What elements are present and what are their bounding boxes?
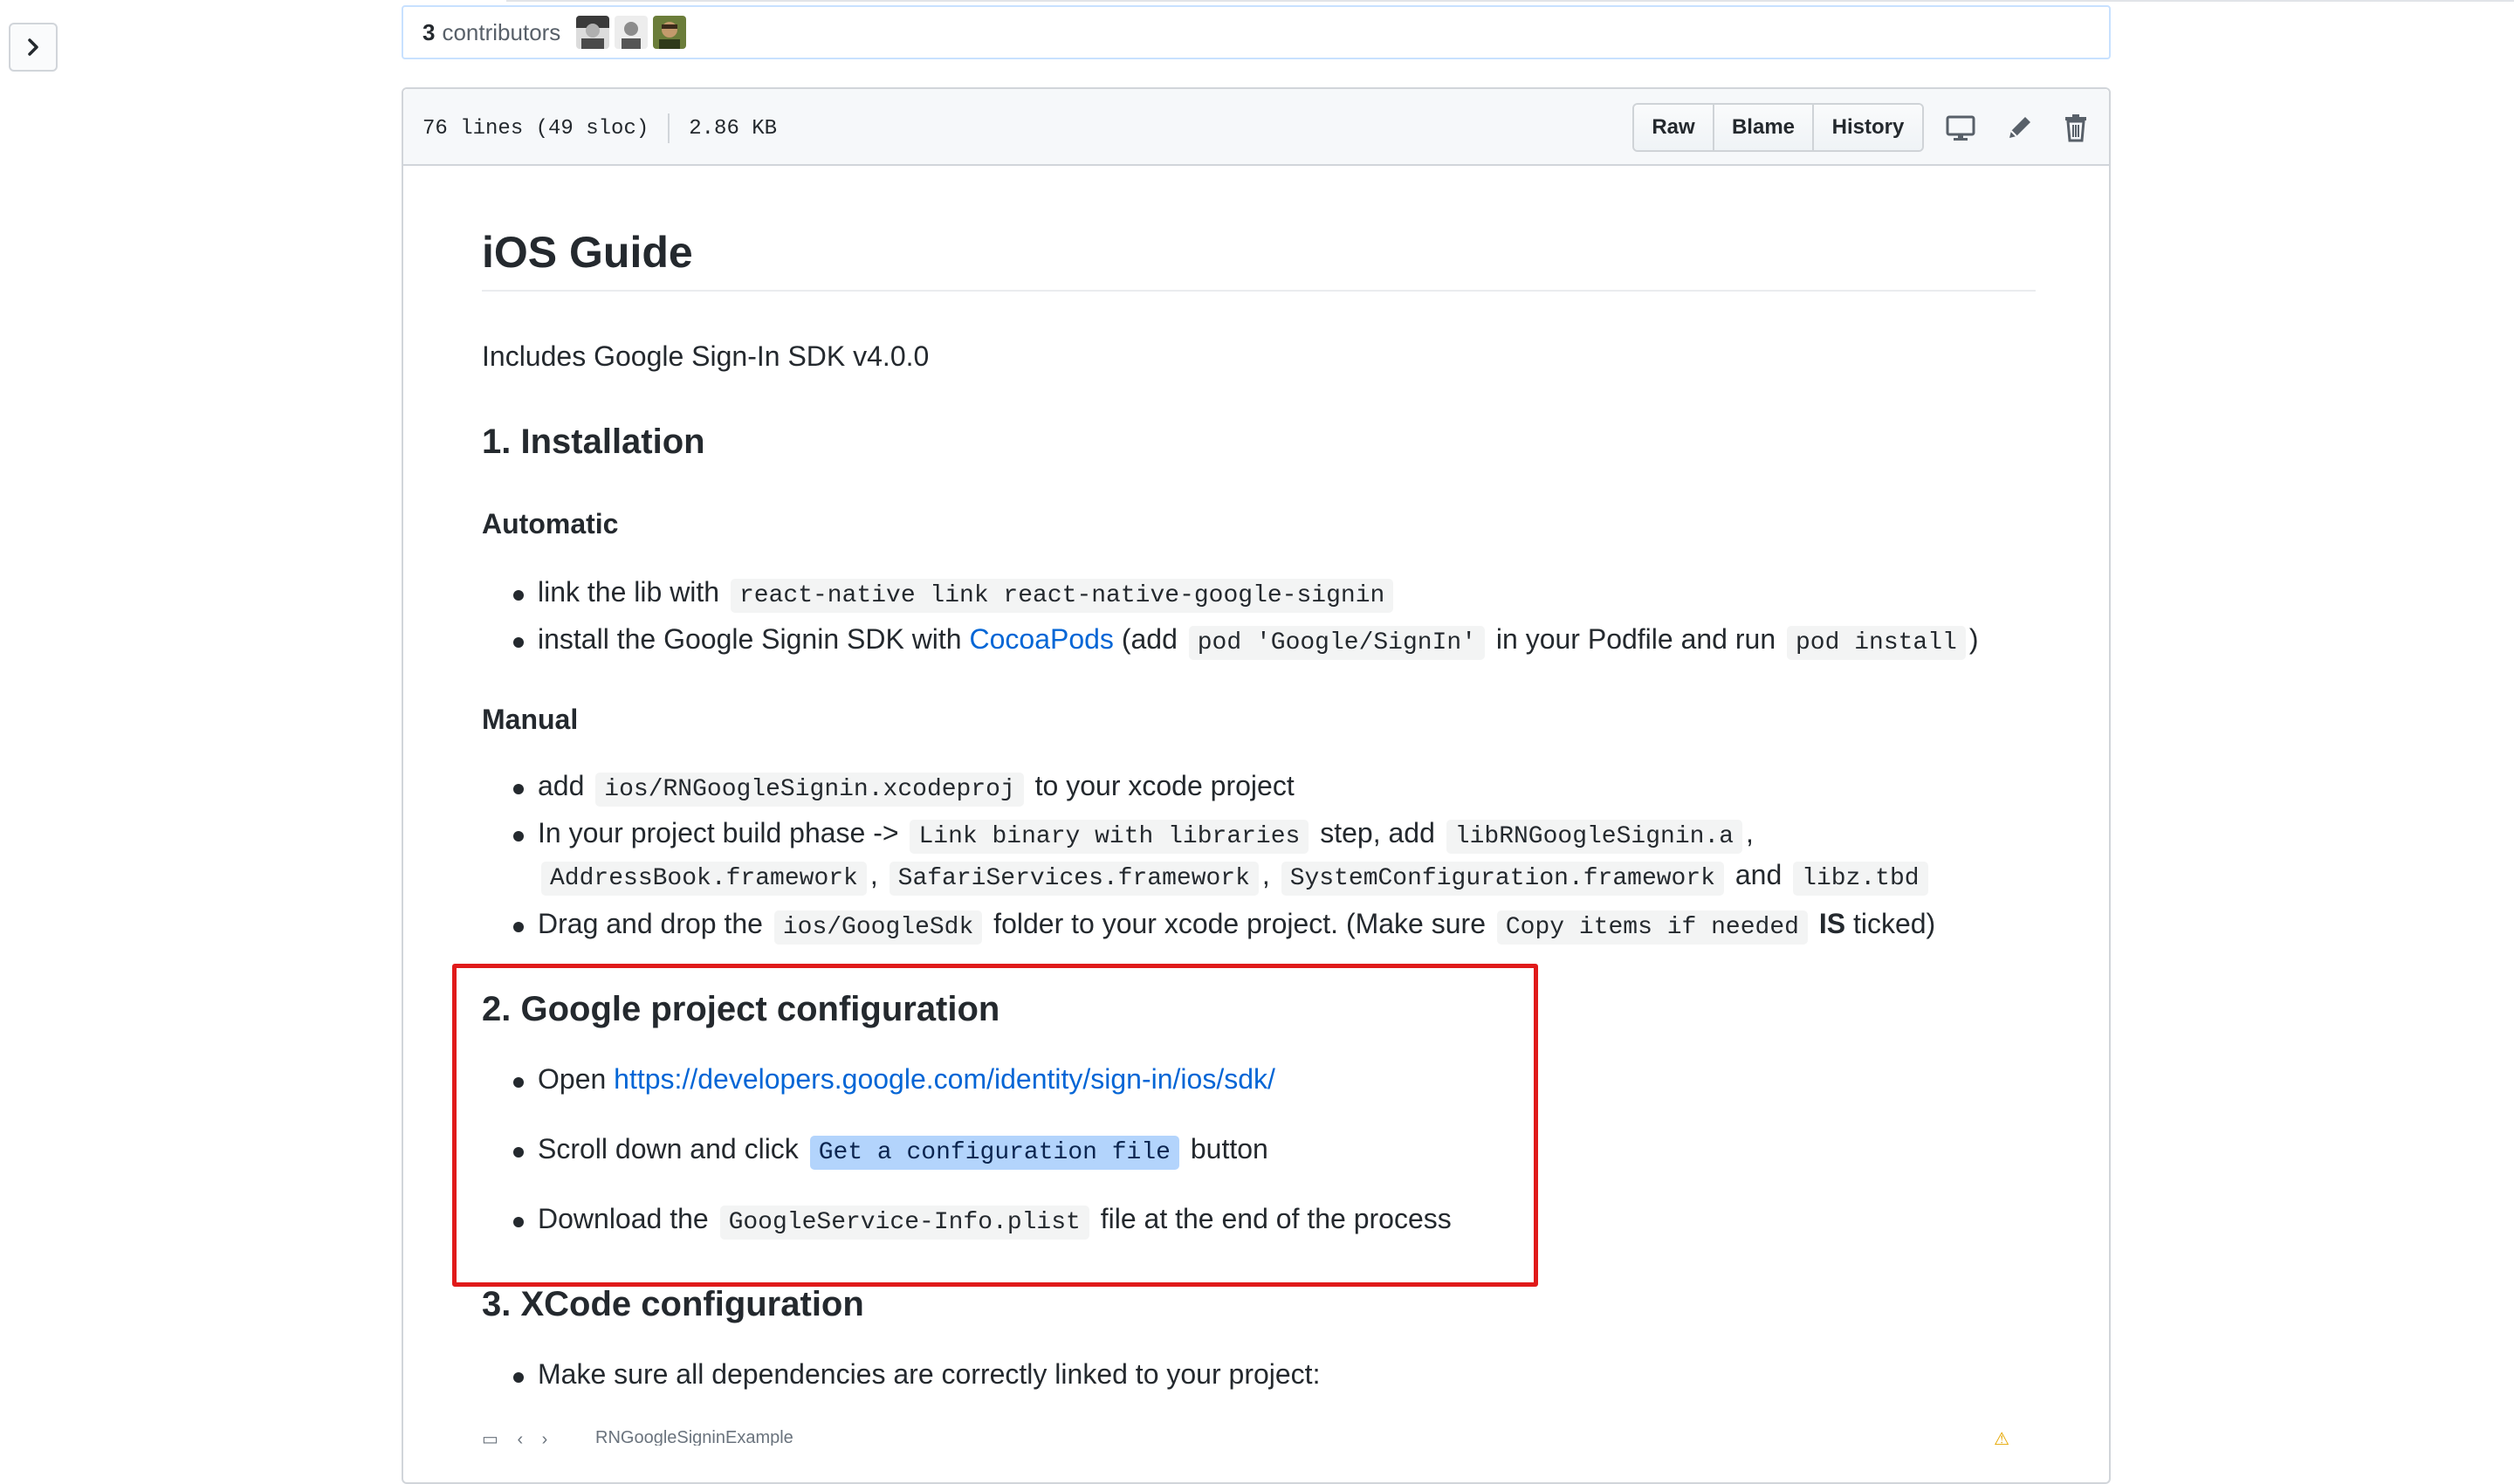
- file-info-divider: [668, 113, 670, 143]
- list-item-text: and: [1734, 859, 1782, 890]
- chevron-right-icon: [28, 38, 38, 56]
- bullet: [513, 831, 524, 842]
- inline-code: SystemConfiguration.framework: [1281, 862, 1724, 896]
- desktop-icon[interactable]: [1945, 112, 1976, 143]
- bullet: [513, 590, 524, 601]
- list-item-text: ticked): [1852, 908, 1936, 939]
- inline-code: ios/RNGoogleSignin.xcodeproj: [595, 773, 1024, 807]
- list-item-text: Make sure all dependencies are correctly…: [538, 1358, 1321, 1390]
- list-item-text: ,: [1746, 817, 1754, 848]
- pencil-icon[interactable]: [2004, 112, 2036, 143]
- inline-code: ios/GoogleSdk: [773, 910, 983, 945]
- blame-button[interactable]: Blame: [1713, 105, 1812, 150]
- file-size: 2.86 KB: [689, 116, 778, 141]
- bold-text: IS: [1818, 908, 1846, 939]
- installation-heading: 1. Installation: [482, 423, 705, 461]
- list-item-text: add: [538, 770, 585, 801]
- bullet: [513, 922, 524, 932]
- xcode-nav-icon: ▭ ‹ ›: [482, 1430, 555, 1446]
- avatar[interactable]: [653, 16, 687, 49]
- inline-code: libRNGoogleSignin.a: [1446, 820, 1743, 854]
- list-item-text: ,: [1261, 859, 1270, 890]
- inline-code: AddressBook.framework: [541, 862, 867, 896]
- inline-code: Link binary with libraries: [910, 820, 1309, 854]
- bullet: [513, 1372, 524, 1383]
- inline-code: pod install: [1787, 626, 1966, 660]
- list-item-text: in your Podfile and run: [1495, 623, 1776, 655]
- inline-code: Copy items if needed: [1496, 910, 1808, 945]
- line-count: 76 lines (49 sloc): [422, 116, 649, 141]
- page-title: iOS Guide: [482, 227, 2036, 292]
- avatar[interactable]: [615, 16, 649, 49]
- xcode-project-name: RNGoogleSigninExample: [595, 1428, 793, 1446]
- list-item-text: ,: [869, 859, 878, 890]
- history-button[interactable]: History: [1812, 105, 1922, 150]
- intro-text: Includes Google Sign-In SDK v4.0.0: [482, 340, 930, 372]
- list-item-text: folder to your xcode project. (Make sure: [993, 908, 1486, 939]
- automatic-heading: Automatic: [482, 508, 619, 539]
- warning-icon: ⚠: [1994, 1430, 2009, 1446]
- contributor-avatars: [576, 16, 687, 49]
- list-item-text: (add: [1121, 623, 1178, 655]
- inline-code: libz.tbd: [1793, 862, 1928, 896]
- list-item-text: step, add: [1320, 817, 1435, 848]
- bullet: [513, 784, 524, 794]
- bullet: [513, 637, 524, 648]
- list-item-text: link the lib with: [538, 576, 720, 608]
- list-item-text: install the Google Signin SDK with: [538, 623, 962, 655]
- sidebar-toggle-button[interactable]: [9, 23, 58, 72]
- manual-heading: Manual: [482, 704, 579, 735]
- xcode-config-heading: 3. XCode configuration: [482, 1285, 864, 1323]
- top-divider: [506, 0, 2514, 2]
- cocoapods-link[interactable]: CocoaPods: [969, 623, 1113, 655]
- avatar[interactable]: [576, 16, 610, 49]
- file-header: 76 lines (49 sloc) 2.86 KB Raw Blame His…: [403, 89, 2109, 166]
- file-info: 76 lines (49 sloc) 2.86 KB: [422, 113, 777, 143]
- list-item-text: Drag and drop the: [538, 908, 763, 939]
- inline-code: react-native link react-native-google-si…: [730, 579, 1394, 613]
- raw-button[interactable]: Raw: [1634, 105, 1713, 150]
- contributors-count[interactable]: 3: [422, 19, 435, 46]
- contributors-label[interactable]: contributors: [442, 19, 560, 46]
- file-actions: Raw Blame History: [1632, 103, 1924, 152]
- list-item-text: In your project build phase ->: [538, 817, 899, 848]
- inline-code: pod 'Google/SignIn': [1188, 626, 1486, 660]
- list-item-text: ): [1968, 623, 1979, 655]
- xcode-screenshot-image: ▭ ‹ › RNGoogleSigninExample ⚠: [482, 1428, 2036, 1446]
- inline-code: SafariServices.framework: [889, 862, 1259, 896]
- contributors-bar: 3 contributors: [402, 5, 2111, 59]
- list-item-text: to your xcode project: [1034, 770, 1295, 801]
- annotation-highlight-box: [452, 964, 1538, 1287]
- trash-icon[interactable]: [2060, 112, 2092, 143]
